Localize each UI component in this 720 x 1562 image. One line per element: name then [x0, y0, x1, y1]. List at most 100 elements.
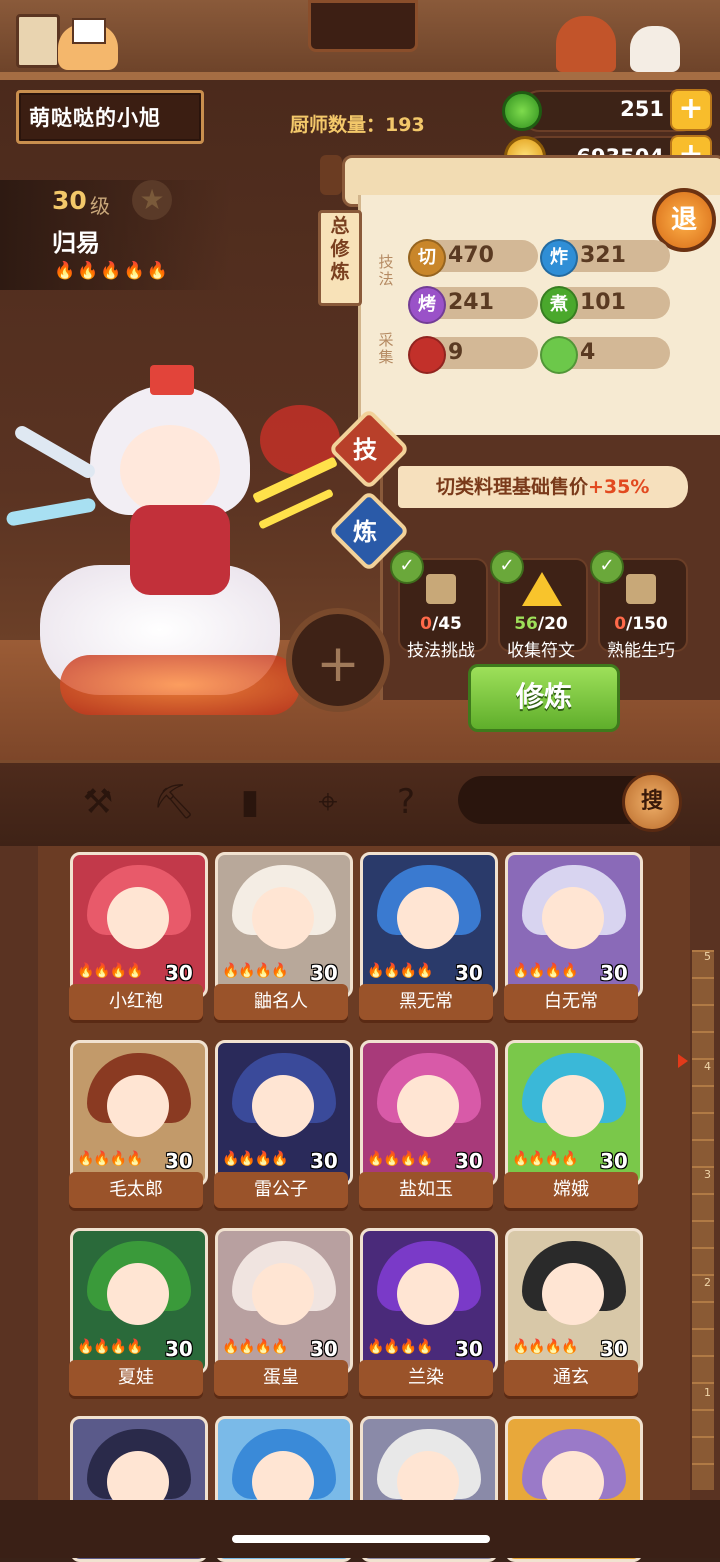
cultivate-button[interactable]: 修炼 [468, 664, 620, 732]
cut-icon: 切 [408, 239, 446, 277]
scrollbar[interactable] [690, 950, 714, 1490]
rune-icon [522, 572, 562, 606]
chef-level: 30 [310, 961, 338, 985]
ruler-number: 4 [704, 1060, 711, 1073]
chef-name[interactable]: 兰染 [359, 1360, 493, 1396]
chef-portrait [107, 1263, 169, 1325]
chef-name[interactable]: 白无常 [504, 984, 638, 1020]
character-robe [130, 505, 230, 595]
chef-card[interactable]: 🔥🔥🔥🔥 30 [360, 1228, 498, 1374]
task-label: 熟能生巧 [607, 641, 675, 661]
hat [150, 365, 194, 395]
chef-name[interactable]: 鼬名人 [214, 984, 348, 1020]
shovel-icon[interactable]: ⚒ [76, 780, 120, 824]
home-indicator[interactable] [232, 1535, 490, 1543]
chef-card[interactable]: 🔥🔥🔥🔥 30 [215, 1040, 353, 1186]
skill-tab[interactable]: 技 [336, 430, 394, 465]
scroll-rod [320, 155, 342, 195]
ruler-number: 3 [704, 1168, 711, 1181]
chef-level: 30 [600, 1149, 628, 1173]
add-jade-button[interactable]: + [670, 89, 712, 131]
chef-card[interactable]: 🔥🔥🔥🔥 30 [215, 852, 353, 998]
chef-level: 30 [600, 1337, 628, 1361]
chef-card[interactable]: 🔥🔥🔥🔥 30 [70, 1228, 208, 1374]
chef-card[interactable]: 🔥🔥🔥🔥 30 [70, 852, 208, 998]
chef-level: 30 [310, 1337, 338, 1361]
total-cultivation-tab[interactable]: 总修炼 [318, 210, 362, 306]
chef-flames: 🔥🔥🔥🔥 [222, 963, 289, 979]
shovel-alt-icon[interactable]: ⛏ [152, 780, 196, 824]
chef-name[interactable]: 夏娃 [69, 1360, 203, 1396]
chef-card[interactable]: 🔥🔥🔥🔥 30 [505, 1228, 643, 1374]
chef-doll-icon [556, 16, 616, 72]
meat-value: 9 [448, 340, 464, 365]
chef-portrait [542, 1075, 604, 1137]
chef-name[interactable]: 嫦娥 [504, 1172, 638, 1208]
star-icon[interactable]: ★ [132, 180, 172, 220]
chef-flames: 🔥🔥🔥🔥 [367, 963, 434, 979]
chef-name[interactable]: 小红袍 [69, 984, 203, 1020]
chef-flames: 🔥🔥🔥🔥 [77, 1339, 144, 1355]
chef-flames: 🔥🔥🔥🔥 [77, 963, 144, 979]
cut-value: 470 [448, 243, 494, 268]
chef-portrait [397, 1075, 459, 1137]
add-equipment-button[interactable]: + [286, 608, 390, 712]
chef-name[interactable]: 盐如玉 [359, 1172, 493, 1208]
search-button[interactable]: 搜 [622, 772, 682, 832]
task-progress: 0/150 [614, 614, 668, 634]
chef-name[interactable]: 毛太郎 [69, 1172, 203, 1208]
player-name: 萌哒哒的小旭 [29, 106, 161, 130]
chef-name[interactable]: 雷公子 [214, 1172, 348, 1208]
chef-card[interactable]: 🔥🔥🔥🔥 30 [505, 852, 643, 998]
meat-icon [408, 336, 446, 374]
chef-count: 厨师数量：193 [290, 114, 425, 136]
jade-icon [502, 91, 542, 131]
ruler-number: 2 [704, 1276, 711, 1289]
chef-flames: 🔥🔥🔥🔥 [367, 1339, 434, 1355]
chef-name[interactable]: 黑无常 [359, 984, 493, 1020]
scroll-marker[interactable] [678, 1054, 688, 1068]
chef-card[interactable]: 🔥🔥🔥🔥 30 [360, 1040, 498, 1186]
ruler-number: 1 [704, 1386, 711, 1399]
location-pin-icon[interactable]: ⌖ [306, 780, 350, 824]
chef-portrait [107, 887, 169, 949]
roast-icon: 烤 [408, 286, 446, 324]
chef-card[interactable]: 🔥🔥🔥🔥 30 [70, 1040, 208, 1186]
jar-icon[interactable]: ▮ [228, 780, 272, 824]
fry-value: 321 [580, 243, 626, 268]
vegetable-icon [540, 336, 578, 374]
task-progress: 0/45 [420, 614, 462, 634]
shelf-edge [0, 72, 720, 80]
task-label: 收集符文 [507, 641, 575, 661]
task-progress: 56/20 [514, 614, 568, 634]
chef-portrait [107, 1075, 169, 1137]
level-unit: 级 [90, 194, 110, 218]
character-level: 30 [52, 186, 87, 215]
refine-tab[interactable]: 炼 [336, 512, 394, 547]
check-icon: ✓ [390, 550, 424, 584]
chef-portrait [252, 1263, 314, 1325]
note-paper-icon [72, 18, 106, 44]
vegetable-value: 4 [580, 340, 596, 365]
chef-flames: 🔥🔥🔥🔥 [512, 1339, 579, 1355]
gather-label: 采集 [378, 331, 394, 366]
chef-card[interactable]: 🔥🔥🔥🔥 30 [505, 1040, 643, 1186]
chef-portrait [397, 1263, 459, 1325]
check-icon: ✓ [590, 550, 624, 584]
check-icon: ✓ [490, 550, 524, 584]
chef-level: 30 [455, 1337, 483, 1361]
technique-label: 技法 [378, 253, 394, 288]
white-cat-icon [630, 26, 680, 72]
chef-name[interactable]: 通玄 [504, 1360, 638, 1396]
boil-value: 101 [580, 290, 626, 315]
roast-value: 241 [448, 290, 494, 315]
chef-card[interactable]: 🔥🔥🔥🔥 30 [215, 1228, 353, 1374]
chef-flames: 🔥🔥🔥🔥 [512, 963, 579, 979]
chef-card[interactable]: 🔥🔥🔥🔥 30 [360, 852, 498, 998]
chef-name[interactable]: 蛋皇 [214, 1360, 348, 1396]
sword-fan [12, 423, 98, 481]
map-question-icon[interactable]: ? [384, 780, 428, 824]
character-face [120, 425, 220, 515]
chef-portrait [542, 887, 604, 949]
star-flames: 🔥🔥🔥🔥🔥 [54, 261, 170, 281]
